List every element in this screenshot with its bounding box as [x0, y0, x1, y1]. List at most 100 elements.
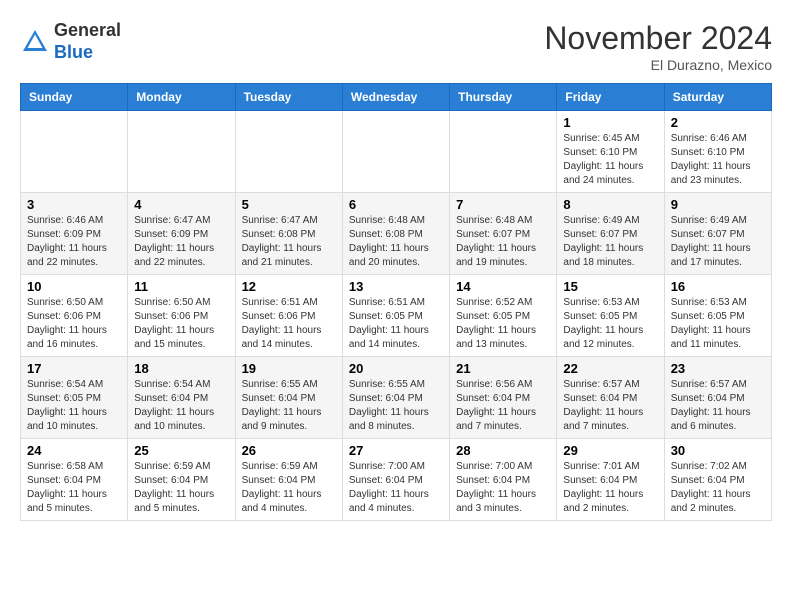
day-info: Sunrise: 6:55 AM Sunset: 6:04 PM Dayligh…: [242, 378, 336, 434]
calendar-cell: 28 Sunrise: 7:00 AM Sunset: 6:04 PM Dayli…: [450, 439, 557, 521]
day-info: Sunrise: 6:57 AM Sunset: 6:04 PM Dayligh…: [671, 378, 765, 434]
day-info: Sunrise: 6:47 AM Sunset: 6:09 PM Dayligh…: [134, 214, 228, 270]
title-section: November 2024 El Durazno, Mexico: [544, 20, 772, 73]
day-info: Sunrise: 6:46 AM Sunset: 6:09 PM Dayligh…: [27, 214, 121, 270]
calendar-cell: 16 Sunrise: 6:53 AM Sunset: 6:05 PM Dayli…: [664, 275, 771, 357]
month-title: November 2024: [544, 20, 772, 57]
calendar-cell: [21, 111, 128, 193]
calendar-cell: 26 Sunrise: 6:59 AM Sunset: 6:04 PM Dayli…: [235, 439, 342, 521]
day-number: 21: [456, 361, 550, 376]
calendar-cell: 6Sunrise: 6:48 AM Sunset: 6:08 PM Daylig…: [342, 193, 449, 275]
logo-icon: [20, 27, 50, 57]
calendar-cell: 30 Sunrise: 7:02 AM Sunset: 6:04 PM Dayli…: [664, 439, 771, 521]
day-info: Sunrise: 6:53 AM Sunset: 6:05 PM Dayligh…: [671, 296, 765, 352]
calendar-cell: 13 Sunrise: 6:51 AM Sunset: 6:05 PM Dayli…: [342, 275, 449, 357]
day-info: Sunrise: 6:59 AM Sunset: 6:04 PM Dayligh…: [134, 460, 228, 516]
calendar-header-wednesday: Wednesday: [342, 84, 449, 111]
day-number: 19: [242, 361, 336, 376]
day-number: 12: [242, 279, 336, 294]
calendar-cell: [342, 111, 449, 193]
day-number: 6: [349, 197, 443, 212]
day-info: Sunrise: 7:00 AM Sunset: 6:04 PM Dayligh…: [456, 460, 550, 516]
day-number: 8: [563, 197, 657, 212]
day-info: Sunrise: 6:49 AM Sunset: 6:07 PM Dayligh…: [563, 214, 657, 270]
day-info: Sunrise: 6:50 AM Sunset: 6:06 PM Dayligh…: [27, 296, 121, 352]
day-info: Sunrise: 6:48 AM Sunset: 6:07 PM Dayligh…: [456, 214, 550, 270]
day-number: 7: [456, 197, 550, 212]
calendar-header-monday: Monday: [128, 84, 235, 111]
calendar-cell: 2Sunrise: 6:46 AM Sunset: 6:10 PM Daylig…: [664, 111, 771, 193]
day-number: 25: [134, 443, 228, 458]
calendar-cell: 12Sunrise: 6:51 AM Sunset: 6:06 PM Dayli…: [235, 275, 342, 357]
calendar-cell: 9Sunrise: 6:49 AM Sunset: 6:07 PM Daylig…: [664, 193, 771, 275]
day-number: 28: [456, 443, 550, 458]
day-info: Sunrise: 6:59 AM Sunset: 6:04 PM Dayligh…: [242, 460, 336, 516]
calendar-cell: 4 Sunrise: 6:47 AM Sunset: 6:09 PM Daylig…: [128, 193, 235, 275]
calendar-cell: 5 Sunrise: 6:47 AM Sunset: 6:08 PM Daylig…: [235, 193, 342, 275]
day-number: 23: [671, 361, 765, 376]
day-info: Sunrise: 6:54 AM Sunset: 6:05 PM Dayligh…: [27, 378, 121, 434]
day-number: 24: [27, 443, 121, 458]
calendar-cell: 18 Sunrise: 6:54 AM Sunset: 6:04 PM Dayli…: [128, 357, 235, 439]
day-info: Sunrise: 6:55 AM Sunset: 6:04 PM Dayligh…: [349, 378, 443, 434]
calendar-header-row: SundayMondayTuesdayWednesdayThursdayFrid…: [21, 84, 772, 111]
day-number: 4: [134, 197, 228, 212]
day-number: 5: [242, 197, 336, 212]
day-info: Sunrise: 6:57 AM Sunset: 6:04 PM Dayligh…: [563, 378, 657, 434]
calendar-cell: 24 Sunrise: 6:58 AM Sunset: 6:04 PM Dayli…: [21, 439, 128, 521]
calendar-cell: 14 Sunrise: 6:52 AM Sunset: 6:05 PM Dayli…: [450, 275, 557, 357]
day-info: Sunrise: 6:51 AM Sunset: 6:05 PM Dayligh…: [349, 296, 443, 352]
day-number: 16: [671, 279, 765, 294]
calendar-header-tuesday: Tuesday: [235, 84, 342, 111]
day-info: Sunrise: 6:49 AM Sunset: 6:07 PM Dayligh…: [671, 214, 765, 270]
calendar-week-row: 3 Sunrise: 6:46 AM Sunset: 6:09 PM Daylig…: [21, 193, 772, 275]
logo: General Blue: [20, 20, 121, 63]
day-number: 18: [134, 361, 228, 376]
day-info: Sunrise: 6:47 AM Sunset: 6:08 PM Dayligh…: [242, 214, 336, 270]
logo-text: General Blue: [54, 20, 121, 63]
day-number: 11: [134, 279, 228, 294]
day-info: Sunrise: 7:00 AM Sunset: 6:04 PM Dayligh…: [349, 460, 443, 516]
calendar-header-sunday: Sunday: [21, 84, 128, 111]
calendar-week-row: 17 Sunrise: 6:54 AM Sunset: 6:05 PM Dayli…: [21, 357, 772, 439]
location: El Durazno, Mexico: [544, 57, 772, 73]
calendar-header-thursday: Thursday: [450, 84, 557, 111]
day-number: 13: [349, 279, 443, 294]
day-number: 14: [456, 279, 550, 294]
calendar-cell: 7 Sunrise: 6:48 AM Sunset: 6:07 PM Daylig…: [450, 193, 557, 275]
day-number: 1: [563, 115, 657, 130]
calendar-cell: 23 Sunrise: 6:57 AM Sunset: 6:04 PM Dayli…: [664, 357, 771, 439]
day-number: 26: [242, 443, 336, 458]
calendar-cell: 17 Sunrise: 6:54 AM Sunset: 6:05 PM Dayli…: [21, 357, 128, 439]
day-info: Sunrise: 6:46 AM Sunset: 6:10 PM Dayligh…: [671, 132, 765, 188]
calendar-table: SundayMondayTuesdayWednesdayThursdayFrid…: [20, 83, 772, 521]
calendar-cell: 20Sunrise: 6:55 AM Sunset: 6:04 PM Dayli…: [342, 357, 449, 439]
page-header: General Blue November 2024 El Durazno, M…: [20, 20, 772, 73]
calendar-cell: 15Sunrise: 6:53 AM Sunset: 6:05 PM Dayli…: [557, 275, 664, 357]
calendar-cell: 29Sunrise: 7:01 AM Sunset: 6:04 PM Dayli…: [557, 439, 664, 521]
day-number: 30: [671, 443, 765, 458]
day-number: 29: [563, 443, 657, 458]
day-info: Sunrise: 6:53 AM Sunset: 6:05 PM Dayligh…: [563, 296, 657, 352]
day-number: 22: [563, 361, 657, 376]
day-info: Sunrise: 6:45 AM Sunset: 6:10 PM Dayligh…: [563, 132, 657, 188]
day-info: Sunrise: 6:50 AM Sunset: 6:06 PM Dayligh…: [134, 296, 228, 352]
calendar-cell: [128, 111, 235, 193]
calendar-cell: 11 Sunrise: 6:50 AM Sunset: 6:06 PM Dayli…: [128, 275, 235, 357]
day-info: Sunrise: 6:54 AM Sunset: 6:04 PM Dayligh…: [134, 378, 228, 434]
calendar-cell: 22 Sunrise: 6:57 AM Sunset: 6:04 PM Dayli…: [557, 357, 664, 439]
calendar-cell: 19 Sunrise: 6:55 AM Sunset: 6:04 PM Dayli…: [235, 357, 342, 439]
day-info: Sunrise: 6:58 AM Sunset: 6:04 PM Dayligh…: [27, 460, 121, 516]
calendar-week-row: 10Sunrise: 6:50 AM Sunset: 6:06 PM Dayli…: [21, 275, 772, 357]
day-info: Sunrise: 6:56 AM Sunset: 6:04 PM Dayligh…: [456, 378, 550, 434]
calendar-week-row: 24 Sunrise: 6:58 AM Sunset: 6:04 PM Dayli…: [21, 439, 772, 521]
calendar-week-row: 1 Sunrise: 6:45 AM Sunset: 6:10 PM Daylig…: [21, 111, 772, 193]
calendar-header-saturday: Saturday: [664, 84, 771, 111]
calendar-cell: 1 Sunrise: 6:45 AM Sunset: 6:10 PM Daylig…: [557, 111, 664, 193]
day-number: 3: [27, 197, 121, 212]
day-info: Sunrise: 6:52 AM Sunset: 6:05 PM Dayligh…: [456, 296, 550, 352]
day-info: Sunrise: 7:02 AM Sunset: 6:04 PM Dayligh…: [671, 460, 765, 516]
calendar-cell: 10Sunrise: 6:50 AM Sunset: 6:06 PM Dayli…: [21, 275, 128, 357]
calendar-cell: [235, 111, 342, 193]
day-number: 17: [27, 361, 121, 376]
